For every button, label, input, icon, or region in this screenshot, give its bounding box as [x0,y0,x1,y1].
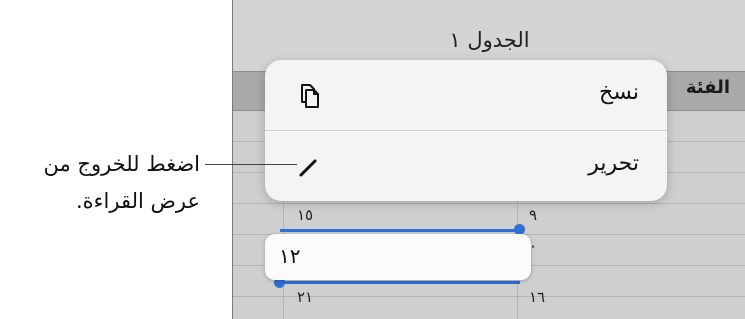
copy-documents-icon [301,84,319,108]
screenshot-canvas: الجدول ١ الفئة ١٥ ٩ ٠ ٢١ ١٦ ١٢ نسخ تحرير… [0,0,745,319]
pencil-icon [299,159,317,177]
context-menu: نسخ تحرير [265,60,667,201]
callout-line-1: اضغط للخروج من [43,152,200,176]
menu-label-edit: تحرير [588,151,639,176]
cell-value[interactable]: ١٦ [529,288,545,306]
cell-edit-value[interactable]: ١٢ [279,244,300,268]
selection-top-edge [280,229,520,232]
callout-leader-line [205,164,297,165]
header-cell-category[interactable]: الفئة [686,77,730,98]
menu-label-copy: نسخ [599,80,639,105]
callout-text: اضغط للخروج من عرض القراءة. [0,146,200,220]
cell-value[interactable]: ٩ [529,206,537,224]
menu-item-edit[interactable]: تحرير [265,131,667,201]
selection-bottom-edge [280,281,520,284]
table-title[interactable]: الجدول ١ [233,28,745,52]
callout-line-2: عرض القراءة. [75,189,200,213]
cell-value[interactable]: ١٥ [297,206,313,224]
cell-edit-field[interactable]: ١٢ [265,234,531,280]
cell-value[interactable]: ٢١ [297,288,313,306]
menu-item-copy[interactable]: نسخ [265,60,667,130]
